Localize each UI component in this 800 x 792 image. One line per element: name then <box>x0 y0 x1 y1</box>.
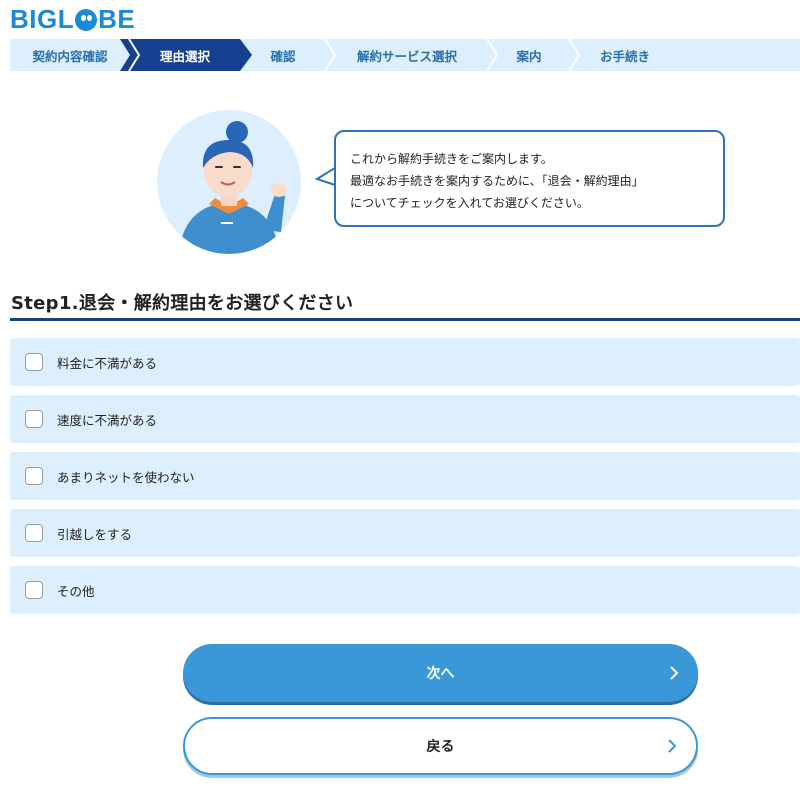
step-service-select: 解約サービス選択 <box>326 39 498 71</box>
step-separator-icon <box>568 39 580 71</box>
progress-steps: 契約内容確認 理由選択 確認 解約サービス選択 案内 お手続き <box>10 39 800 71</box>
step-active-arrow-icon <box>240 39 252 71</box>
step-label: 契約内容確認 <box>32 48 108 64</box>
logo-text-b: BE <box>98 3 136 34</box>
back-button-label: 戻る <box>426 739 455 755</box>
support-staff-illustration <box>179 121 287 254</box>
chevron-right-icon <box>670 666 679 680</box>
step-label: 案内 <box>516 48 542 64</box>
reason-label: その他 <box>57 583 95 599</box>
reason-option-other[interactable]: その他 <box>10 566 800 614</box>
section-title: Step1.退会・解約理由をお選びください <box>11 293 354 314</box>
reason-label: 速度に不満がある <box>57 412 158 428</box>
checkbox[interactable] <box>25 410 43 428</box>
step-procedure: お手続き <box>570 39 680 71</box>
step-label: 確認 <box>270 48 296 64</box>
logo-text-a: BIGL <box>10 3 75 34</box>
checkbox[interactable] <box>25 467 43 485</box>
step-label: 解約サービス選択 <box>356 48 457 64</box>
step-label: 理由選択 <box>159 48 210 64</box>
section-title-underline <box>10 318 800 321</box>
step-contract-check: 契約内容確認 <box>10 39 140 71</box>
chevron-right-icon <box>668 739 677 753</box>
step-separator-icon <box>324 39 336 71</box>
reason-label: 引越しをする <box>57 526 133 542</box>
next-button[interactable]: 次へ <box>183 644 698 702</box>
step-confirm: 確認 <box>240 39 336 71</box>
reason-label: 料金に不満がある <box>57 355 158 371</box>
next-button-label: 次へ <box>426 666 455 682</box>
checkbox[interactable] <box>25 581 43 599</box>
support-staff-avatar <box>157 110 301 254</box>
reason-option-price[interactable]: 料金に不満がある <box>10 338 800 386</box>
biglobe-logo[interactable]: BIGL BE <box>10 4 135 34</box>
back-button[interactable]: 戻る <box>183 717 698 775</box>
guide-text-line: についてチェックを入れてお選びください。 <box>350 196 589 210</box>
step-separator-icon <box>128 39 140 71</box>
step-label: お手続き <box>599 48 650 64</box>
checkbox[interactable] <box>25 353 43 371</box>
reason-option-speed[interactable]: 速度に不満がある <box>10 395 800 443</box>
guide-speech-bubble: これから解約手続きをご案内します。 最適なお手続きを案内するために、「退会・解約… <box>334 130 725 227</box>
step-reason-select: 理由選択 <box>120 39 252 71</box>
guide-text-line: これから解約手続きをご案内します。 <box>350 152 553 166</box>
checkbox[interactable] <box>25 524 43 542</box>
guide-text-line: 最適なお手続きを案内するために、「退会・解約理由」 <box>350 174 644 188</box>
reason-label: あまりネットを使わない <box>57 469 195 485</box>
step-guidance: 案内 <box>488 39 580 71</box>
reason-options-list: 料金に不満がある 速度に不満がある あまりネットを使わない 引越しをする その他 <box>10 338 800 623</box>
step-separator-icon <box>486 39 498 71</box>
logo-globe-icon <box>75 9 98 31</box>
reason-option-low-usage[interactable]: あまりネットを使わない <box>10 452 800 500</box>
reason-option-moving[interactable]: 引越しをする <box>10 509 800 557</box>
